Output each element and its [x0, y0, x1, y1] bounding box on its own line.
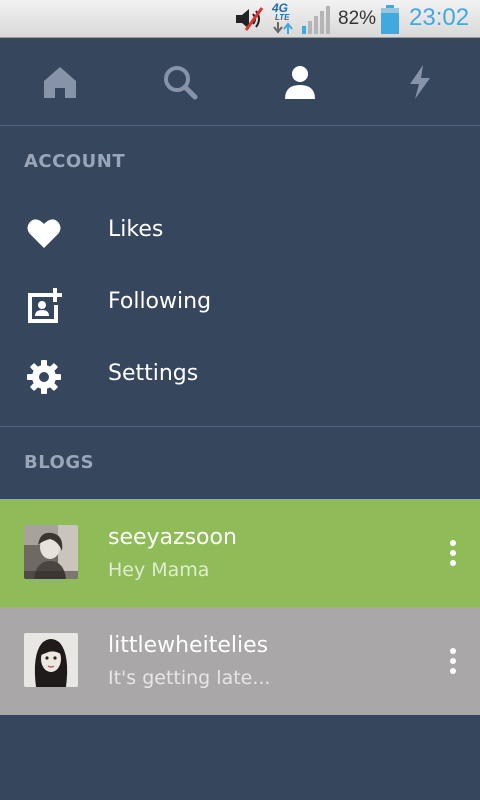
menu-item-likes[interactable]: Likes [0, 197, 480, 269]
person-icon [285, 66, 315, 99]
gear-icon [27, 360, 61, 394]
blog-title: It's getting late... [108, 667, 271, 689]
menu-item-label: Likes [108, 217, 164, 242]
menu-item-label: Settings [108, 361, 199, 386]
data-transfer-arrows-icon [273, 22, 293, 34]
menu-item-settings[interactable]: Settings [0, 341, 480, 413]
clock: 23:02 [409, 4, 470, 31]
tab-home[interactable] [0, 38, 120, 126]
tab-bar [0, 38, 480, 126]
tab-account[interactable] [240, 38, 360, 126]
battery-percent: 82% [338, 8, 377, 29]
blog-avatar [24, 525, 78, 579]
menu-item-label: Following [108, 289, 212, 314]
tab-activity[interactable] [360, 38, 480, 126]
tab-search[interactable] [120, 38, 240, 126]
heart-icon [27, 219, 61, 248]
signal-strength-icon [302, 6, 330, 34]
network-4g-lte-icon: 4G LTE [270, 1, 296, 36]
add-contact-icon [28, 288, 62, 323]
home-icon [44, 67, 76, 98]
section-divider [0, 426, 480, 427]
blog-avatar [24, 633, 78, 687]
lightning-icon [410, 65, 430, 99]
account-section-header: ACCOUNT [24, 151, 126, 172]
battery-icon [381, 5, 399, 34]
more-options-icon[interactable] [436, 641, 470, 681]
status-bar: 4G LTE 82% 23:02 [0, 0, 480, 38]
search-icon [164, 66, 198, 100]
network-sub-label: LTE [275, 13, 290, 22]
volume-muted-icon [236, 7, 264, 31]
blog-title: Hey Mama [108, 559, 210, 581]
blog-row-seeyazsoon[interactable]: seeyazsoon Hey Mama [0, 499, 480, 607]
blogs-section-header: BLOGS [24, 452, 95, 473]
blog-name: seeyazsoon [108, 525, 237, 550]
blog-row-littlewheitelies[interactable]: littlewheitelies It's getting late... [0, 607, 480, 715]
menu-item-following[interactable]: Following [0, 269, 480, 341]
blog-name: littlewheitelies [108, 633, 269, 658]
more-options-icon[interactable] [436, 533, 470, 573]
